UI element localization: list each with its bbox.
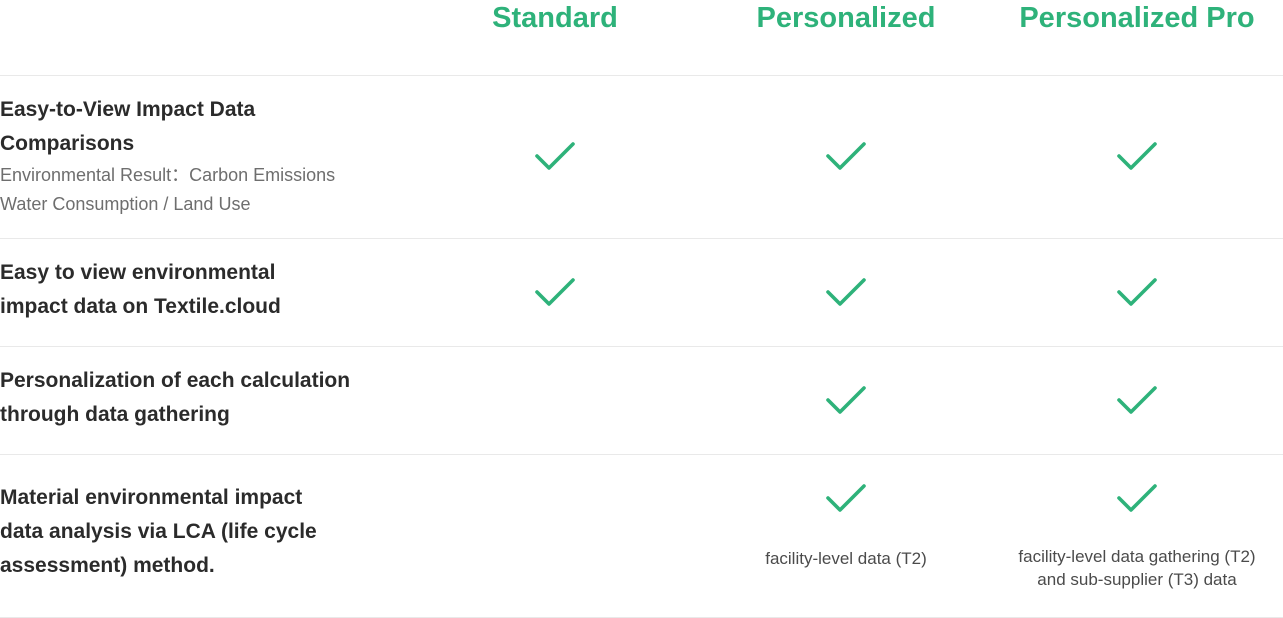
feature-title-line: impact data on Textile.cloud: [0, 295, 281, 318]
standard-cell: [468, 76, 642, 238]
feature-description: Material environmental impact data analy…: [0, 481, 370, 583]
feature-title-line: data analysis via LCA (life cycle: [0, 520, 317, 543]
feature-row-personalization: Personalization of each calculation thro…: [0, 347, 1283, 455]
feature-detail-line: Environmental Result：Carbon Emissions: [0, 165, 336, 185]
personalized-pro-cell: [1004, 347, 1270, 454]
personalized-data-note: facility-level data (T2): [765, 549, 927, 568]
personalized-cell: [740, 347, 952, 454]
plan-title-standard: Standard: [492, 2, 618, 34]
personalized-pro-data-note: facility-level data gathering (T2) and s…: [1004, 545, 1270, 591]
standard-cell: [468, 347, 642, 454]
personalized-cell: facility-level data (T2): [740, 455, 952, 617]
check-icon: [825, 483, 867, 515]
check-icon: [1116, 277, 1158, 309]
check-icon: [825, 141, 867, 173]
feature-title-line: Personalization of each calculation: [0, 369, 351, 392]
feature-row-lca-analysis: Material environmental impact data analy…: [0, 455, 1283, 618]
personalized-pro-cell: [1004, 239, 1270, 346]
feature-title-line: assessment) method.: [0, 554, 215, 577]
note-line: facility-level data gathering (T2): [1018, 547, 1256, 566]
plan-header: Standard Personalized Personalized Pro: [0, 0, 1283, 76]
check-icon: [534, 277, 576, 309]
personalized-cell: [740, 76, 952, 238]
feature-description: Easy to view environmental impact data o…: [0, 256, 370, 324]
personalized-cell: [740, 239, 952, 346]
feature-row-impact-comparisons: Easy-to-View Impact Data Comparisons Env…: [0, 76, 1283, 239]
personalized-pro-cell: facility-level data gathering (T2) and s…: [1004, 455, 1270, 617]
feature-title-line: Material environmental impact: [0, 486, 303, 509]
feature-row-textile-cloud: Easy to view environmental impact data o…: [0, 239, 1283, 347]
feature-title-line: through data gathering: [0, 403, 230, 426]
feature-description: Easy-to-View Impact Data Comparisons Env…: [0, 93, 370, 219]
check-icon: [1116, 141, 1158, 173]
plan-title-personalized-pro: Personalized Pro: [1019, 2, 1255, 34]
note-line: and sub-supplier (T3) data: [1037, 570, 1237, 589]
check-icon: [534, 141, 576, 173]
personalized-pro-cell: [1004, 76, 1270, 238]
feature-title-line: Easy to view environmental: [0, 261, 276, 284]
check-icon: [825, 385, 867, 417]
check-icon: [825, 277, 867, 309]
check-icon: [1116, 385, 1158, 417]
feature-detail-line: Water Consumption / Land Use: [0, 194, 251, 214]
check-icon: [1116, 483, 1158, 515]
plan-title-personalized: Personalized: [756, 2, 936, 34]
standard-cell: [468, 455, 642, 617]
feature-description: Personalization of each calculation thro…: [0, 364, 370, 432]
feature-title-line: Comparisons: [0, 132, 135, 155]
feature-title-line: Easy-to-View Impact Data: [0, 98, 256, 121]
standard-cell: [468, 239, 642, 346]
